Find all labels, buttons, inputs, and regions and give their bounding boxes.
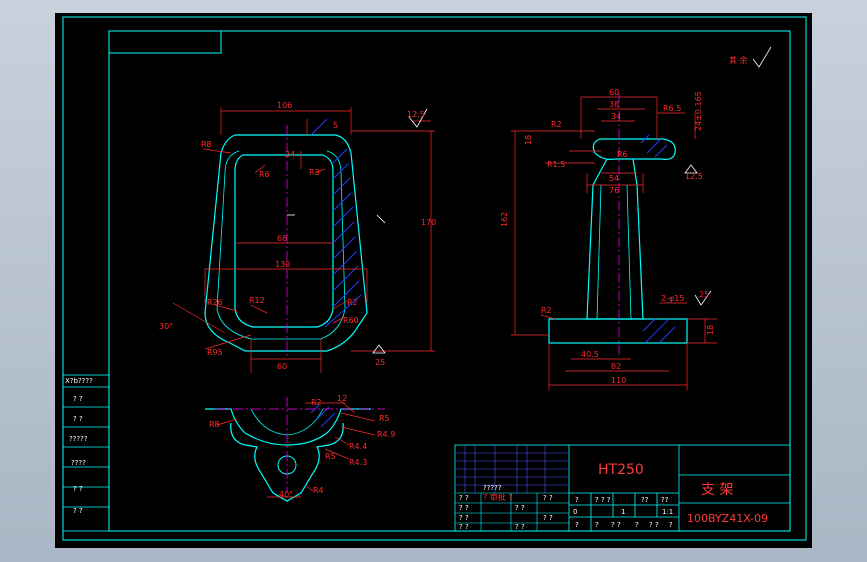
side-dim: 110 [611, 376, 626, 385]
side-dim: 60 [609, 88, 619, 97]
front-dim: 68 [277, 234, 287, 243]
sheet-label: ? [575, 521, 579, 529]
side-dim: R6 [617, 150, 628, 159]
sheet-label: ? [595, 521, 599, 529]
side-dim: R2 [541, 306, 552, 315]
title-row-label: ? ? [459, 494, 469, 502]
check-label: ? ? [515, 523, 525, 531]
front-dim: 130 [275, 260, 290, 269]
side-dim: 82 [611, 362, 621, 371]
scale-value: 0 [573, 508, 577, 516]
side-dim: R2 [551, 120, 562, 129]
design-label: ? ? [515, 504, 525, 512]
front-dim: 12.5 [407, 110, 425, 119]
scale-row-label: ? ? ? [595, 496, 611, 504]
top-view: R2 12 R5 R8 R4.9 R4.4 R5 R4.3 40° R4 [205, 394, 395, 502]
front-view: 106 R8 24 5 12.5 R6 R3 68 130 170 R26 R1… [159, 101, 436, 373]
front-dim: R3 [309, 168, 320, 177]
drawing-viewport[interactable]: X?b???? ? ? ? ? ????? ???? ? ? ? ? HT250… [55, 13, 812, 548]
side-table-row: ???? [71, 459, 86, 467]
side-dim: 76 [609, 186, 619, 195]
top-dim: R5 [379, 414, 390, 423]
title-row-label: ? ? [459, 504, 469, 512]
material-label: HT250 [598, 462, 644, 478]
side-dim: 18 [524, 135, 533, 145]
side-dim: 2-φ15 [661, 294, 684, 303]
mid-label: ? ? [543, 514, 553, 522]
surface-finish-symbol [752, 46, 772, 68]
front-dim: R60 [343, 316, 359, 325]
side-dim: 18 [706, 325, 715, 335]
part-name-label: 支 架 [701, 482, 733, 498]
front-dim: R26 [207, 298, 223, 307]
side-table-row: ? ? [73, 395, 83, 403]
front-dim: 170 [421, 218, 436, 227]
top-dim: R4.4 [349, 442, 367, 451]
side-dim: R6.5 [663, 104, 681, 113]
side-dim: 24±0.165 [694, 91, 703, 131]
cad-drawing: X?b???? ? ? ? ? ????? ???? ? ? ? ? HT250… [62, 16, 807, 541]
top-dim: R2 [311, 398, 322, 407]
front-dim: 24 [285, 150, 295, 159]
sheet-label: ? [635, 521, 639, 529]
front-dim: R12 [249, 296, 265, 305]
front-dim: 30° [159, 322, 173, 331]
front-dim: R95 [207, 348, 223, 357]
top-dim: R4 [313, 486, 324, 495]
code-box [108, 30, 222, 54]
front-dim: 106 [277, 101, 292, 110]
standard-label: ? 审批 ? [483, 492, 513, 502]
side-table [62, 374, 110, 532]
side-dim: 25 [699, 290, 709, 299]
side-dim: 34 [611, 112, 621, 121]
side-dim: 40.5 [581, 350, 599, 359]
side-dim: 162 [500, 212, 509, 227]
surface-finish-note: 其 余 [729, 55, 748, 65]
scale-value: 1 [621, 508, 625, 516]
scale-row-label: ?? [641, 496, 649, 504]
side-table-row: ? ? [73, 507, 83, 515]
side-table-row: ? ? [73, 485, 83, 493]
mid-label: ????? [483, 484, 502, 492]
title-row-label: ? ? [459, 514, 469, 522]
inner-frame [108, 30, 791, 532]
top-dim: R4.3 [349, 458, 367, 467]
mid-label: ? ? [543, 494, 553, 502]
title-grid [455, 445, 569, 493]
side-view: 60 38 34 R6.5 24±0.165 R2 18 R6 R1.5 54 … [500, 88, 717, 391]
scale-row-label: ? [575, 496, 579, 504]
side-dim: R1.5 [547, 160, 565, 169]
front-dim: 25 [375, 358, 385, 367]
front-dim: R6 [259, 170, 270, 179]
top-dim: 40° [279, 490, 293, 499]
side-table-row: ? ? [73, 415, 83, 423]
front-dim: 5 [333, 121, 338, 130]
side-table-header: X?b???? [65, 377, 93, 385]
top-dim: R5 [325, 452, 336, 461]
title-row-label: ? ? [459, 523, 469, 531]
top-dim: 12 [337, 394, 347, 403]
side-dim: 38 [609, 100, 619, 109]
front-dim: 60 [277, 362, 287, 371]
side-dim: 54 [609, 174, 619, 183]
top-dim: R8 [209, 420, 220, 429]
side-table-row: ????? [69, 435, 88, 443]
sheet-label: ? ? [649, 521, 659, 529]
front-dim: R2 [347, 298, 358, 307]
side-dim: 12.5 [685, 172, 703, 181]
drawing-code-label: 100BYZ41X-09 [687, 512, 768, 525]
top-dim: R4.9 [377, 430, 395, 439]
sheet-label: ? ? [611, 521, 621, 529]
scale-value: 1:1 [662, 508, 673, 516]
sheet-label: ? [669, 521, 673, 529]
front-dim: R8 [201, 140, 212, 149]
scale-row-label: ?? [661, 496, 669, 504]
